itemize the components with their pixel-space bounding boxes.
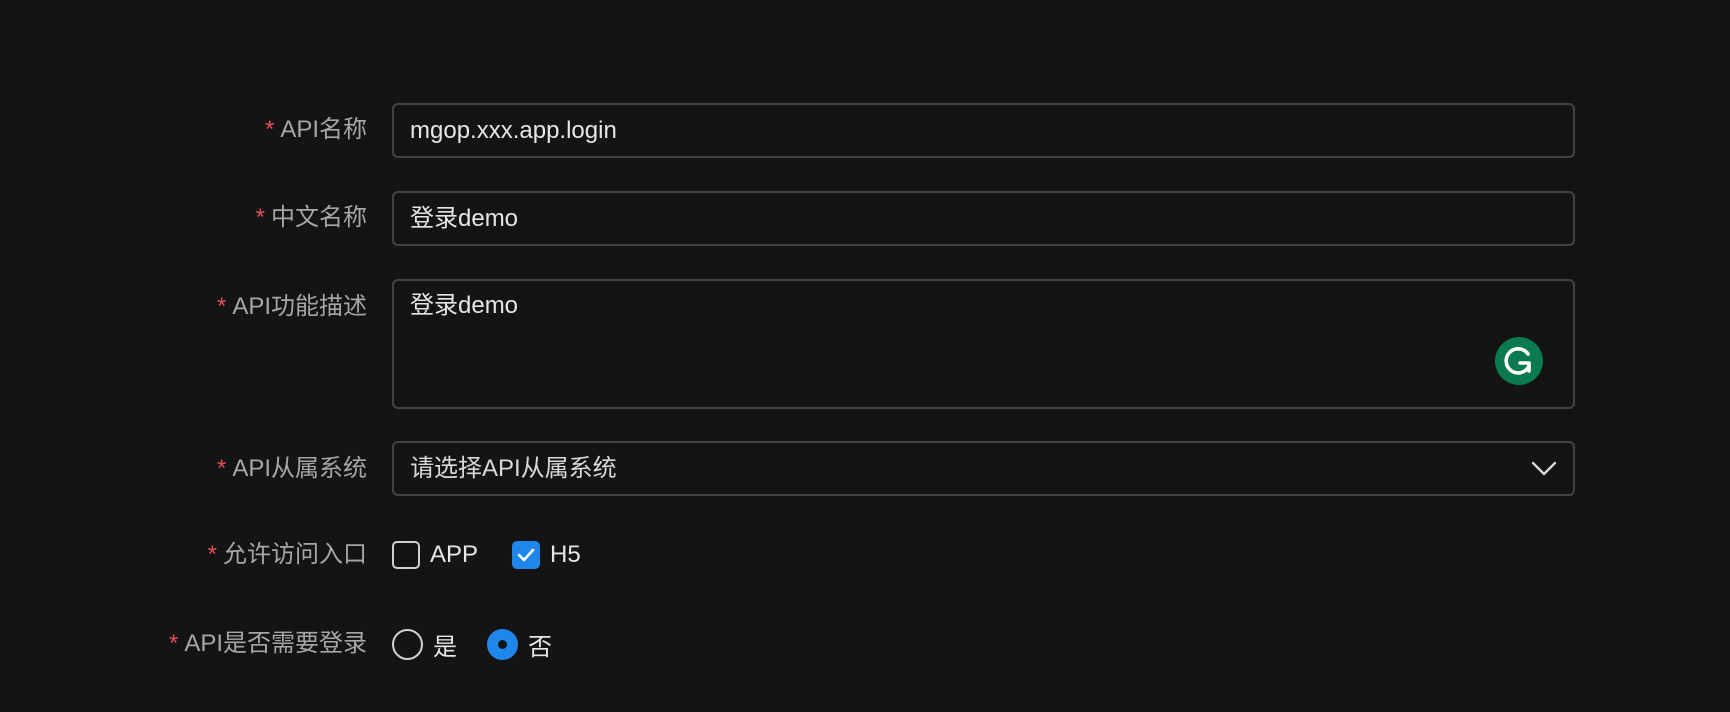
login-option-yes[interactable]: 是 (392, 627, 457, 662)
required-mark: * (255, 204, 265, 231)
app-checkbox-label: APP (430, 541, 479, 568)
chevron-down-icon (1531, 461, 1557, 476)
cn-name-input[interactable]: 登录demo (392, 191, 1575, 246)
required-mark: * (207, 541, 217, 568)
required-mark: * (216, 455, 227, 482)
entry-option-app[interactable]: APP (392, 541, 478, 569)
no-radio[interactable] (487, 628, 518, 660)
check-icon (517, 548, 535, 562)
grammarly-icon[interactable] (1495, 337, 1543, 385)
entry-label: * 允许访问入口 (207, 541, 367, 568)
entry-option-h5[interactable]: H5 (512, 541, 581, 569)
login-option-no[interactable]: 否 (487, 627, 552, 662)
api-name-label: * API名称 (264, 116, 367, 143)
required-mark: * (264, 116, 275, 143)
required-mark: * (216, 293, 227, 320)
system-select-placeholder: 请选择API从属系统 (410, 455, 617, 482)
description-textarea[interactable]: 登录demo (392, 279, 1575, 409)
yes-radio[interactable] (392, 628, 423, 660)
api-name-input[interactable]: mgop.xxx.app.login (392, 103, 1575, 158)
yes-radio-label: 是 (433, 633, 457, 661)
required-mark: * (168, 630, 179, 657)
h5-checkbox-label: H5 (550, 541, 581, 568)
cn-name-label: * 中文名称 (255, 204, 367, 231)
h5-checkbox[interactable] (512, 541, 541, 569)
app-checkbox[interactable] (392, 541, 420, 569)
system-label: * API从属系统 (216, 455, 367, 482)
no-radio-label: 否 (528, 633, 552, 661)
api-form: * API名称 mgop.xxx.app.login * 中文名称 登录demo *… (0, 0, 1730, 712)
entry-options: APP H5 (392, 538, 615, 572)
login-required-label: * API是否需要登录 (168, 630, 367, 657)
system-select[interactable]: 请选择API从属系统 (392, 441, 1575, 496)
description-label: * API功能描述 (216, 293, 367, 320)
description-text: 登录demo (410, 292, 519, 319)
login-required-options: 是 否 (392, 627, 586, 661)
